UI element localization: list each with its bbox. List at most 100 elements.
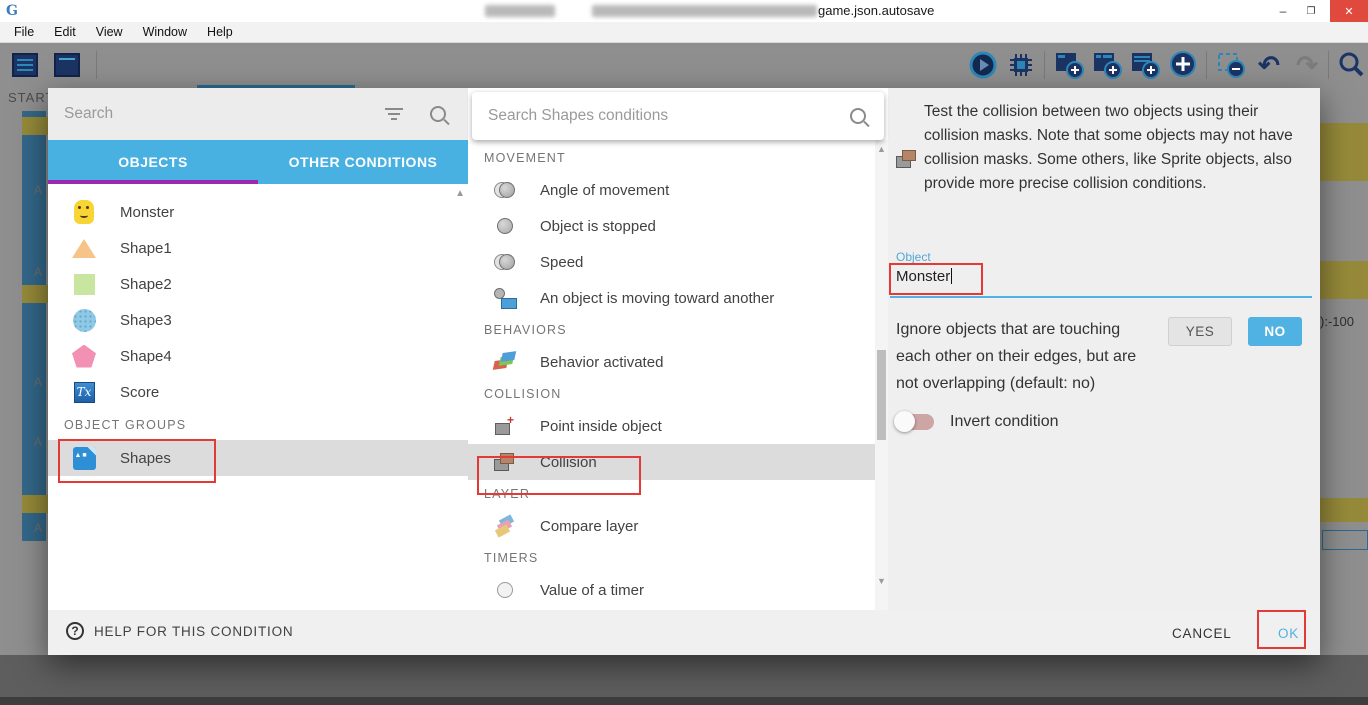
search-events-icon[interactable] [1334, 49, 1368, 81]
objects-list: Monster Shape1 Shape2 Shape3 Shape4 Tx S… [48, 184, 468, 610]
condition-row-compare-layer[interactable]: Compare layer [468, 508, 875, 544]
circle-icon [70, 309, 98, 332]
redo-icon[interactable]: ↷ [1290, 49, 1324, 81]
add-circle-icon[interactable] [1166, 49, 1200, 81]
remove-selection-icon[interactable] [1214, 49, 1248, 81]
condition-editor-dialog: Search OBJECTS OTHER CONDITIONS Monster … [48, 88, 1320, 655]
condition-row-timer-value[interactable]: Value of a timer [468, 572, 875, 608]
object-row-shape3[interactable]: Shape3 [48, 302, 468, 338]
pentagon-icon [70, 345, 98, 368]
condition-parameters-panel: Test the collision between two objects u… [888, 88, 1320, 610]
titlebar: G game.json.autosave – ❐ ✕ [0, 0, 1368, 22]
object-field-input[interactable]: Monster [896, 268, 952, 285]
object-row-monster[interactable]: Monster [48, 194, 468, 230]
window-title: game.json.autosave [818, 3, 934, 18]
condition-row-collision[interactable]: Collision [468, 444, 875, 480]
menu-help[interactable]: Help [201, 23, 239, 41]
invert-condition-label: Invert condition [950, 413, 1059, 431]
object-search-placeholder: Search [64, 105, 384, 123]
monster-sprite-icon [70, 200, 98, 224]
cancel-button[interactable]: CANCEL [1160, 620, 1244, 647]
scroll-up-arrow-icon[interactable]: ▲ [877, 144, 886, 154]
scene-editor-icon[interactable] [50, 49, 84, 81]
toolbar: ↶ ↷ [0, 43, 1368, 87]
point-inside-icon [492, 417, 518, 435]
condition-row-angle-of-movement[interactable]: Angle of movement [468, 172, 875, 208]
minimize-button[interactable]: – [1268, 0, 1298, 22]
conditions-scrollbar[interactable]: ▲ ▼ [875, 140, 888, 610]
menu-file[interactable]: File [8, 23, 40, 41]
selector-tabs: OBJECTS OTHER CONDITIONS [48, 140, 468, 184]
menu-view[interactable]: View [90, 23, 129, 41]
object-row-score[interactable]: Tx Score [48, 374, 468, 410]
help-icon: ? [66, 622, 84, 640]
conditions-list: MOVEMENT Angle of movement Object is sto… [468, 128, 875, 610]
debug-icon[interactable] [1004, 49, 1038, 81]
conditions-search-placeholder: Search Shapes conditions [488, 107, 850, 125]
section-movement: MOVEMENT [468, 144, 875, 172]
undo-icon[interactable]: ↶ [1252, 49, 1286, 81]
preview-play-icon[interactable] [966, 49, 1000, 81]
ignore-edges-question: Ignore objects that are touching each ot… [896, 316, 1158, 397]
scroll-up-arrow-icon[interactable]: ▲ [455, 188, 465, 199]
text-object-icon: Tx [70, 382, 98, 403]
menu-window[interactable]: Window [137, 23, 193, 41]
gdevelop-logo-icon: G [6, 3, 22, 19]
text-caret [951, 268, 952, 284]
scrollbar-thumb[interactable] [877, 350, 886, 440]
condition-row-point-inside[interactable]: Point inside object [468, 408, 875, 444]
ok-button[interactable]: OK [1266, 620, 1311, 647]
object-row-shape1[interactable]: Shape1 [48, 230, 468, 266]
add-comment-icon[interactable] [1128, 49, 1162, 81]
timer-icon [492, 582, 518, 598]
filter-icon[interactable] [384, 107, 404, 121]
background-footer-dark-strip [0, 697, 1368, 705]
invert-condition-toggle[interactable] [896, 414, 934, 430]
search-icon [850, 108, 866, 124]
behavior-icon [492, 352, 518, 372]
section-behaviors: BEHAVIORS [468, 316, 875, 344]
object-field-label: Object [896, 250, 931, 264]
section-timers: TIMERS [468, 544, 875, 572]
menu-bar: File Edit View Window Help [0, 22, 1368, 43]
object-row-shape2[interactable]: Shape2 [48, 266, 468, 302]
no-button[interactable]: NO [1248, 317, 1302, 346]
object-selector-panel: Search OBJECTS OTHER CONDITIONS Monster … [48, 88, 468, 610]
menu-edit[interactable]: Edit [48, 23, 82, 41]
maximize-button[interactable]: ❐ [1296, 0, 1326, 22]
condition-row-speed[interactable]: Speed [468, 244, 875, 280]
dialog-footer: ? HELP FOR THIS CONDITION CANCEL OK [48, 610, 1320, 655]
object-group-icon [70, 447, 98, 470]
tab-other-conditions[interactable]: OTHER CONDITIONS [258, 140, 468, 184]
condition-row-behavior-activated[interactable]: Behavior activated [468, 344, 875, 380]
yes-button[interactable]: YES [1168, 317, 1232, 346]
add-subevent-icon[interactable] [1090, 49, 1124, 81]
events-sheet-icon[interactable] [8, 49, 42, 81]
condition-row-object-is-stopped[interactable]: Object is stopped [468, 208, 875, 244]
speed-icon [492, 253, 518, 271]
condition-description: Test the collision between two objects u… [924, 100, 1302, 196]
background-selected-event [1322, 530, 1368, 550]
moving-toward-icon [492, 288, 518, 308]
section-collision: COLLISION [468, 380, 875, 408]
condition-row-moving-toward[interactable]: An object is moving toward another [468, 280, 875, 316]
object-stopped-icon [492, 218, 518, 234]
section-layer: LAYER [468, 480, 875, 508]
group-row-shapes[interactable]: Shapes [48, 440, 468, 476]
scroll-down-arrow-icon[interactable]: ▼ [877, 576, 886, 586]
conditions-search-field[interactable]: Search Shapes conditions [472, 92, 884, 140]
search-icon[interactable] [430, 106, 446, 122]
object-search-field[interactable]: Search [48, 88, 468, 140]
redacted-title-segment [485, 5, 555, 17]
tab-objects[interactable]: OBJECTS [48, 140, 258, 184]
collision-icon [492, 453, 518, 471]
redacted-title-segment [592, 5, 817, 17]
help-link[interactable]: ? HELP FOR THIS CONDITION [66, 622, 293, 640]
close-button[interactable]: ✕ [1330, 0, 1368, 22]
object-row-shape4[interactable]: Shape4 [48, 338, 468, 374]
square-icon [70, 274, 98, 295]
add-event-icon[interactable] [1052, 49, 1086, 81]
conditions-panel: MOVEMENT Angle of movement Object is sto… [468, 88, 888, 610]
angle-of-movement-icon [492, 181, 518, 199]
toggle-knob[interactable] [894, 411, 915, 432]
